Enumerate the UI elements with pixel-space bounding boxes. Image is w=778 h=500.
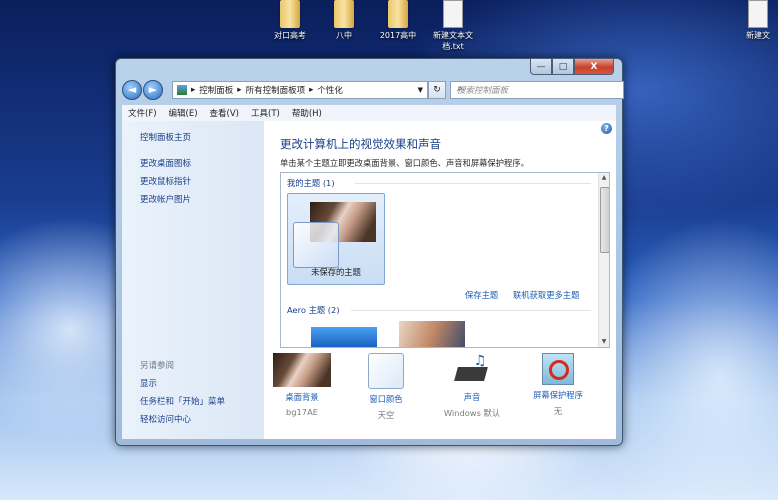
- desktop-icon-textfile[interactable]: 新建文: [738, 0, 778, 41]
- sounds-label: 声音: [463, 392, 481, 402]
- desktop-icon-label: 2017高中: [379, 31, 417, 40]
- text-file-icon: [443, 0, 463, 28]
- address-bar[interactable]: ▸ 控制面板 ▸ 所有控制面板项 ▸ 个性化 ▼: [172, 81, 428, 99]
- screen-saver-value: 无: [553, 406, 563, 416]
- control-panel-icon: [177, 85, 187, 95]
- search-icon[interactable]: ⌕: [457, 83, 619, 94]
- address-separator: ▸: [237, 85, 242, 95]
- display-link[interactable]: 显示: [140, 377, 157, 389]
- desktop-icon-label: 新建文本文档.txt: [433, 31, 473, 51]
- page-title: 更改计算机上的视觉效果和声音: [280, 137, 441, 151]
- content-area: 控制面板主页 更改桌面图标 更改鼠标指针 更改帐户图片 另请参阅 显示 任务栏和…: [122, 121, 616, 439]
- folder-icon: [334, 0, 354, 28]
- divider: [355, 183, 591, 184]
- address-separator: ▸: [309, 85, 314, 95]
- themes-list[interactable]: 我的主题 (1) 未保存的主题 保存主题 联机获取更多主题 Aero 主题 (2…: [280, 172, 610, 348]
- my-themes-heading: 我的主题 (1): [287, 178, 335, 188]
- desktop-icon-label: 新建文: [746, 31, 770, 40]
- desktop-background-thumbnail: [273, 353, 331, 387]
- see-also-heading: 另请参阅: [140, 361, 175, 371]
- window-controls: — □ X: [530, 58, 614, 75]
- screen-saver-label: 屏幕保护程序: [533, 390, 583, 400]
- change-account-picture-link[interactable]: 更改帐户图片: [140, 193, 191, 205]
- main-pane: ? 更改计算机上的视觉效果和声音 单击某个主题立即更改桌面背景、窗口颜色、声音和…: [264, 121, 616, 439]
- desktop-icon-textfile[interactable]: 新建文本文档.txt: [425, 0, 481, 52]
- window-color-value: 天空: [377, 410, 395, 420]
- breadcrumb-all-items[interactable]: 所有控制面板项: [246, 84, 306, 96]
- menu-tools[interactable]: 工具(T): [251, 107, 280, 119]
- ease-of-access-link[interactable]: 轻松访问中心: [140, 413, 191, 425]
- maximize-button[interactable]: □: [552, 58, 574, 75]
- unsaved-theme-label: 未保存的主题: [311, 267, 361, 277]
- minimize-button[interactable]: —: [530, 58, 552, 75]
- theme-settings-bar: 桌面背景 bg17AE 窗口颜色 天空 ♫ 声音 Windows 默认 屏幕保护…: [273, 353, 610, 431]
- page-subtitle: 单击某个主题立即更改桌面背景、窗口颜色、声音和屏幕保护程序。: [280, 158, 529, 168]
- desktop-icon-folder[interactable]: 2017高中: [370, 0, 426, 41]
- folder-icon: [280, 0, 300, 28]
- address-separator: ▸: [191, 85, 196, 95]
- search-input[interactable]: 搜索控制面板 ⌕: [450, 81, 624, 99]
- change-desktop-icons-link[interactable]: 更改桌面图标: [140, 157, 191, 169]
- breadcrumb-personalization[interactable]: 个性化: [317, 84, 343, 96]
- aero-theme-preview[interactable]: [311, 327, 377, 347]
- theme-window-color-swatch: [293, 222, 339, 268]
- screen-saver-item[interactable]: 屏幕保护程序 无: [518, 353, 598, 417]
- menu-edit[interactable]: 编辑(E): [169, 107, 198, 119]
- desktop-icon-folder[interactable]: 对口高考: [262, 0, 318, 41]
- menu-file[interactable]: 文件(F): [128, 107, 157, 119]
- desktop-background-item[interactable]: 桌面背景 bg17AE: [262, 353, 342, 417]
- window-color-item[interactable]: 窗口颜色 天空: [346, 353, 426, 421]
- sounds-item[interactable]: ♫ 声音 Windows 默认: [432, 353, 512, 419]
- aero-theme-preview[interactable]: [399, 321, 465, 347]
- back-button[interactable]: ◄: [122, 80, 142, 100]
- desktop-icon-label: 八中: [336, 31, 352, 40]
- navigation-bar: ◄ ► ▸ 控制面板 ▸ 所有控制面板项 ▸ 个性化 ▼ ↻ 搜索控制面板 ⌕: [122, 79, 624, 101]
- change-mouse-pointers-link[interactable]: 更改鼠标指针: [140, 175, 191, 187]
- desktop-background-label: 桌面背景: [285, 392, 319, 402]
- themes-scrollbar[interactable]: ▲ ▼: [598, 173, 609, 347]
- breadcrumb-control-panel[interactable]: 控制面板: [199, 84, 233, 96]
- sounds-icon: ♫: [454, 353, 490, 387]
- text-file-icon: [748, 0, 768, 28]
- close-button[interactable]: X: [574, 58, 614, 75]
- chevron-down-icon[interactable]: ▼: [418, 86, 423, 94]
- menu-help[interactable]: 帮助(H): [292, 107, 322, 119]
- menu-view[interactable]: 查看(V): [210, 107, 239, 119]
- desktop-icon-label: 对口高考: [274, 31, 306, 40]
- left-pane: 控制面板主页 更改桌面图标 更改鼠标指针 更改帐户图片 另请参阅 显示 任务栏和…: [122, 121, 264, 439]
- taskbar-start-menu-link[interactable]: 任务栏和「开始」菜单: [140, 395, 225, 407]
- control-panel-home-link[interactable]: 控制面板主页: [140, 131, 191, 143]
- scroll-up-icon[interactable]: ▲: [599, 173, 609, 183]
- help-icon[interactable]: ?: [601, 123, 612, 134]
- scroll-thumb[interactable]: [600, 187, 609, 253]
- sounds-value: Windows 默认: [443, 408, 501, 418]
- aero-themes-heading: Aero 主题 (2): [287, 305, 340, 315]
- get-more-themes-link[interactable]: 联机获取更多主题: [513, 289, 579, 301]
- desktop-icon-folder[interactable]: 八中: [316, 0, 372, 41]
- window-color-swatch: [368, 353, 404, 389]
- refresh-button[interactable]: ↻: [428, 81, 446, 99]
- unsaved-theme-tile[interactable]: 未保存的主题: [287, 193, 385, 285]
- personalization-window: — □ X ◄ ► ▸ 控制面板 ▸ 所有控制面板项 ▸ 个性化 ▼ ↻ 搜索控…: [115, 58, 624, 446]
- screen-saver-icon: [542, 353, 574, 385]
- forward-button[interactable]: ►: [143, 80, 163, 100]
- save-theme-link[interactable]: 保存主题: [465, 289, 498, 301]
- folder-icon: [388, 0, 408, 28]
- divider: [351, 310, 591, 311]
- menu-bar: 文件(F) 编辑(E) 查看(V) 工具(T) 帮助(H): [122, 105, 616, 122]
- scroll-down-icon[interactable]: ▼: [599, 337, 609, 347]
- window-color-label: 窗口颜色: [369, 394, 403, 404]
- desktop-background-value: bg17AE: [285, 407, 318, 417]
